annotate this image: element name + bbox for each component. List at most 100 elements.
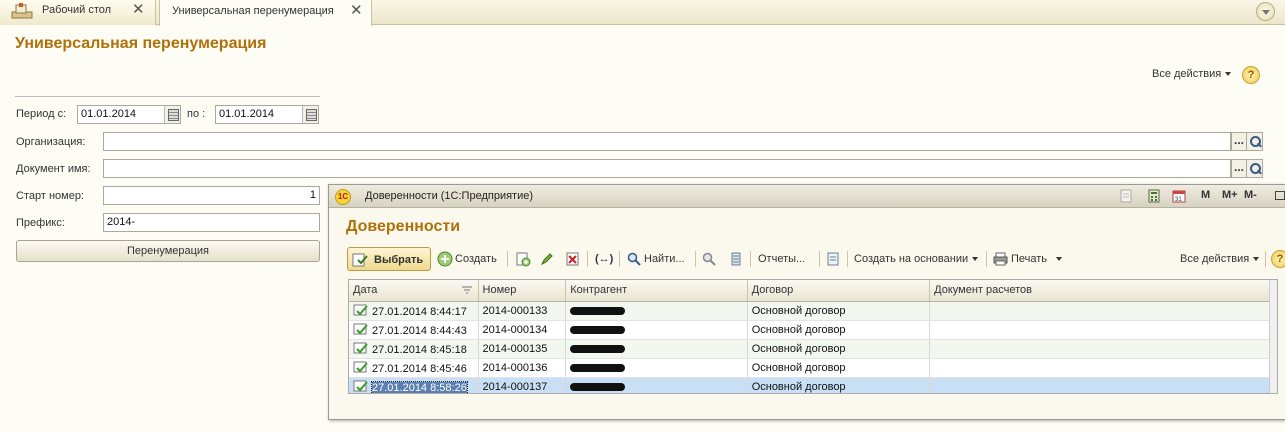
- date-value: 27.01.2014 8:45:46: [372, 362, 467, 375]
- number-cell: 2014-000135: [478, 339, 567, 359]
- reports-button[interactable]: Отчеты...: [758, 247, 805, 271]
- contract-cell: Основной договор: [747, 320, 931, 340]
- table-row[interactable]: 27.01.2014 8:44:17 2014-000133 Основной …: [349, 301, 1277, 321]
- help-button[interactable]: ?: [1271, 250, 1285, 268]
- contract-cell: Основной договор: [747, 358, 931, 378]
- counterparty-cell: [565, 320, 748, 340]
- column-header-number[interactable]: Номер: [478, 280, 567, 302]
- calendar-icon[interactable]: [302, 106, 318, 123]
- counterparty-cell: [565, 377, 748, 393]
- memory-minus-button[interactable]: M-: [1244, 189, 1257, 201]
- select-icon: [352, 253, 368, 267]
- delete-mark-icon[interactable]: [566, 252, 580, 266]
- separator: [587, 251, 588, 267]
- separator: [847, 251, 848, 267]
- chevron-down-icon[interactable]: [1256, 2, 1275, 21]
- maximize-icon[interactable]: [1275, 191, 1285, 200]
- print-menu[interactable]: Печать: [993, 247, 1063, 271]
- edit-pencil-icon[interactable]: [540, 252, 554, 266]
- history-icon[interactable]: [1119, 189, 1133, 203]
- organization-field[interactable]: [103, 132, 1231, 151]
- page-title: Универсальная перенумерация: [15, 35, 267, 52]
- memory-plus-button[interactable]: M+: [1222, 189, 1238, 201]
- create-based-on-menu[interactable]: Создать на основании: [854, 247, 979, 271]
- redacted-counterparty: [570, 306, 626, 315]
- column-header-counterparty[interactable]: Контрагент: [565, 280, 748, 302]
- 1c-logo-icon: 1С: [335, 189, 351, 205]
- tab-renumbering-label: Универсальная перенумерация: [172, 5, 334, 17]
- posted-document-icon: [353, 380, 368, 391]
- redacted-counterparty: [570, 344, 626, 353]
- table-header-row: Дата Номер Контрагент Договор Документ р…: [349, 280, 1277, 302]
- list-settings-icon[interactable]: [729, 252, 743, 266]
- date-cell: 27.01.2014 8:44:43: [349, 320, 479, 340]
- search-icon[interactable]: [1247, 132, 1263, 151]
- counterparty-cell: [565, 358, 748, 378]
- period-to-field[interactable]: 01.01.2014: [215, 105, 319, 124]
- window-title: Доверенности (1С:Предприятие): [365, 190, 534, 202]
- print-label: Печать: [1011, 253, 1048, 265]
- refresh-icon[interactable]: (↔): [595, 247, 613, 271]
- separator: [819, 251, 820, 267]
- document-name-label: Документ имя:: [16, 163, 91, 175]
- prefix-field[interactable]: 2014-: [103, 213, 320, 232]
- sort-icon: [461, 286, 472, 294]
- plus-circle-icon: [437, 251, 453, 267]
- all-actions-label: Все действия: [1152, 68, 1222, 80]
- period-to-label: по :: [187, 108, 206, 120]
- caret-down-icon: [1225, 72, 1232, 77]
- tab-desktop-close-icon[interactable]: ✕: [132, 2, 145, 17]
- period-from-field[interactable]: 01.01.2014: [77, 105, 181, 124]
- table-row[interactable]: 27.01.2014 8:45:18 2014-000135 Основной …: [349, 339, 1277, 359]
- find-button[interactable]: Найти...: [627, 247, 689, 271]
- contract-cell: Основной договор: [747, 301, 931, 321]
- create-button[interactable]: Создать: [437, 247, 501, 271]
- redacted-counterparty: [570, 382, 626, 391]
- calculator-icon[interactable]: [1147, 189, 1161, 203]
- table-row[interactable]: 27.01.2014 8:44:43 2014-000134 Основной …: [349, 320, 1277, 340]
- renumber-button[interactable]: Перенумерация: [16, 240, 320, 262]
- tab-bar: Рабочий стол ✕ Универсальная перенумерац…: [0, 0, 1285, 26]
- divider: [15, 96, 320, 97]
- counterparty-cell: [565, 339, 748, 359]
- window-title-bar: 1С Доверенности (1С:Предприятие) 31 M M+…: [329, 185, 1285, 208]
- copy-icon[interactable]: [515, 251, 531, 267]
- caret-down-icon: [1056, 257, 1062, 261]
- select-label: Выбрать: [374, 254, 424, 266]
- date-value: 27.01.2014 8:44:43: [372, 324, 467, 337]
- tab-renumbering[interactable]: Универсальная перенумерация ✕: [159, 0, 372, 26]
- date-cell: 27.01.2014 8:58:26: [349, 377, 479, 393]
- vertical-scrollbar[interactable]: [1269, 280, 1277, 393]
- list-toolbar: Выбрать Создать (↔) Найти... Отчеты... С…: [347, 247, 1285, 271]
- date-cell: 27.01.2014 8:45:46: [349, 358, 479, 378]
- all-actions-menu[interactable]: Все действия: [1152, 68, 1232, 80]
- document-name-field[interactable]: [103, 159, 1231, 178]
- column-header-contract[interactable]: Договор: [747, 280, 931, 302]
- select-button[interactable]: Выбрать: [347, 247, 431, 271]
- column-header-date[interactable]: Дата: [349, 280, 479, 302]
- period-from-label: Период с:: [16, 108, 67, 120]
- number-cell: 2014-000133: [478, 301, 567, 321]
- calendar-icon[interactable]: 31: [1172, 189, 1186, 203]
- all-actions-menu[interactable]: Все действия: [1180, 247, 1260, 271]
- number-cell: 2014-000134: [478, 320, 567, 340]
- tab-desktop-label: Рабочий стол: [42, 4, 112, 16]
- payment-document-cell: [929, 339, 1277, 359]
- tab-desktop[interactable]: Рабочий стол ✕: [0, 0, 156, 25]
- table-row[interactable]: 27.01.2014 8:45:46 2014-000136 Основной …: [349, 358, 1277, 378]
- document-select-button[interactable]: ...: [1231, 159, 1247, 178]
- organization-select-button[interactable]: ...: [1231, 132, 1247, 151]
- document-icon[interactable]: [826, 252, 840, 266]
- separator: [507, 251, 508, 267]
- table-row-selected[interactable]: 27.01.2014 8:58:26 2014-000137 Основной …: [349, 377, 1277, 393]
- cancel-search-icon[interactable]: [702, 252, 716, 266]
- memory-m-button[interactable]: M: [1201, 189, 1210, 201]
- calendar-icon[interactable]: [164, 106, 180, 123]
- start-number-field[interactable]: 1: [103, 186, 320, 205]
- desktop-icon: [11, 3, 33, 19]
- search-icon[interactable]: [1247, 159, 1263, 178]
- tab-renumbering-close-icon[interactable]: ✕: [350, 3, 363, 18]
- column-header-payment-document[interactable]: Документ расчетов: [929, 280, 1277, 302]
- help-button[interactable]: ?: [1242, 66, 1260, 84]
- period-from-value: 01.01.2014: [81, 108, 137, 120]
